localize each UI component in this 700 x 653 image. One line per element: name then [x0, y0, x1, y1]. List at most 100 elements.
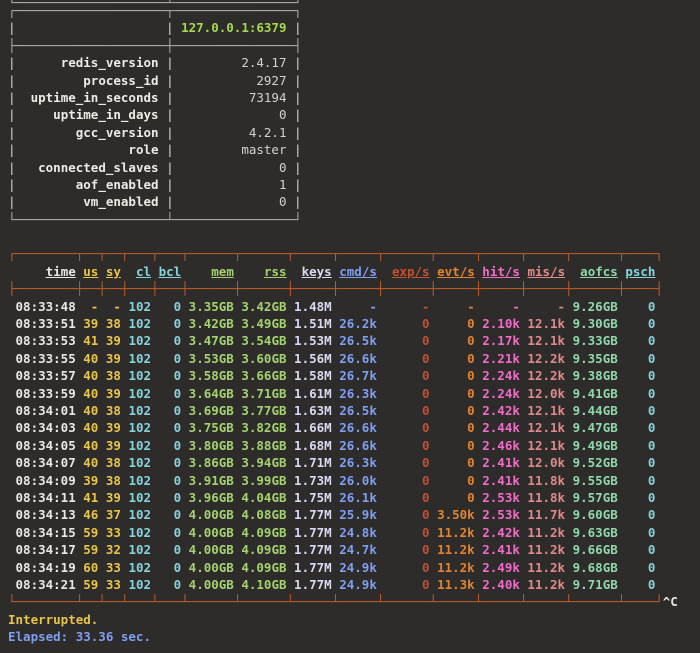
cell-text: 39 [106, 351, 121, 366]
stats-row-3: 08:33:55 40 39 102 0 3.53GB 3.60GB 1.56M… [8, 350, 700, 367]
cell-text: 0 [384, 368, 429, 383]
cell-text: 4.2.1 [181, 125, 286, 140]
cell-text: evt/s [437, 264, 475, 279]
cell-text: | [294, 20, 302, 35]
cell-text: 39 [106, 490, 121, 505]
cell-text: 24.7k [339, 542, 377, 557]
cell-text: 3.35GB [189, 299, 234, 314]
cell-text: 08:34:17 [8, 542, 76, 557]
info-row-vm_enabled: | vm_enabled | 0 | [8, 193, 700, 210]
cell-text: 0 [437, 473, 475, 488]
terminal-screen[interactable]: ┌────────────────────┬────────────────┐|… [0, 0, 700, 645]
cell-text: 2.49k [482, 560, 520, 575]
cell-text: 3.69GB [189, 403, 234, 418]
cell-text: 08:33:57 [8, 368, 76, 383]
elapsed-text: Elapsed: 33.36 sec. [8, 629, 151, 644]
cell-text: 0 [384, 525, 429, 540]
cell-text: 1.71M [294, 455, 332, 470]
cell-text: 9.71GB [573, 577, 618, 592]
cell-text: 08:34:21 [8, 577, 76, 592]
info-row-redis_version: | redis_version | 2.4.17 | [8, 54, 700, 71]
cell-text: 0 [159, 507, 182, 522]
cell-text: 26.5k [339, 403, 377, 418]
cell-text: 3.75GB [189, 420, 234, 435]
stats-row-2: 08:33:53 41 39 102 0 3.47GB 3.54GB 1.53M… [8, 332, 700, 349]
cell-text: 1.61M [294, 386, 332, 401]
cell-text: psch [625, 264, 655, 279]
cell-text: 9.68GB [573, 560, 618, 575]
cell-text: 0 [159, 473, 182, 488]
cell-text: sy [106, 264, 121, 279]
cell-text: 102 [128, 455, 151, 470]
cell-text: | [166, 194, 174, 209]
stats-row-13: 08:34:15 59 33 102 0 4.00GB 4.09GB 1.77M… [8, 524, 700, 541]
cell-text: 2.41k [482, 542, 520, 557]
cell-text: 11.2k [527, 525, 565, 540]
cell-text: 3.88GB [241, 438, 286, 453]
cell-text: 08:34:01 [8, 403, 76, 418]
cell-text: 3.77GB [241, 403, 286, 418]
stats-row-7: 08:34:03 40 39 102 0 3.75GB 3.82GB 1.66M… [8, 419, 700, 436]
cell-text: 11.8k [527, 490, 565, 505]
cell-text: 4.08GB [241, 507, 286, 522]
cell-text: cl [136, 264, 151, 279]
scrollback-cut-line: └────────────────────┴────────────────┘ [8, 0, 302, 11]
cell-text: 2.44k [482, 420, 520, 435]
cell-text: 2.24k [482, 386, 520, 401]
cell-text: 102 [128, 525, 151, 540]
cell-text: 9.35GB [573, 351, 618, 366]
cell-text: 102 [128, 420, 151, 435]
cell-text: 12.2k [527, 351, 565, 366]
cell-text: | [166, 90, 174, 105]
cell-text: 59 [83, 542, 98, 557]
cell-text: 11.2k [437, 525, 475, 540]
cell-text: 102 [128, 403, 151, 418]
cell-text: 4.09GB [241, 525, 286, 540]
cell-text: 0 [625, 473, 655, 488]
cell-text: gcc_version [23, 125, 158, 140]
cell-text: 59 [83, 525, 98, 540]
cell-text: 0 [625, 525, 655, 540]
cell-text: 2.10k [482, 316, 520, 331]
cell-text: 1.56M [294, 351, 332, 366]
cell-text: | [166, 73, 174, 88]
cell-text: 11.2k [437, 560, 475, 575]
cell-text: 0 [625, 542, 655, 557]
cell-text: 0 [625, 507, 655, 522]
info-host-header: | | 127.0.0.1:6379 | [8, 19, 700, 36]
cell-text: aofcs [580, 264, 618, 279]
info-row-process_id: | process_id | 2927 | [8, 72, 700, 89]
cell-text: 9.60GB [573, 507, 618, 522]
cell-text: | [8, 194, 16, 209]
cell-text: rss [264, 264, 287, 279]
cell-text: 0 [384, 420, 429, 435]
cell-text: 40 [83, 351, 98, 366]
cell-text: 2.42k [482, 403, 520, 418]
cell-text: | [8, 160, 16, 175]
cell-text: 2.40k [482, 577, 520, 592]
cell-text: 08:34:09 [8, 473, 76, 488]
cell-text: 4.10GB [241, 577, 286, 592]
info-row-aof_enabled: | aof_enabled | 1 | [8, 176, 700, 193]
cell-text: 102 [128, 577, 151, 592]
cell-text: 0 [384, 316, 429, 331]
cell-text: 0 [625, 577, 655, 592]
cell-text: 102 [128, 473, 151, 488]
cell-text: redis_version [23, 55, 158, 70]
cell-text: 0 [625, 420, 655, 435]
stats-row-15: 08:34:19 60 33 102 0 4.00GB 4.09GB 1.77M… [8, 559, 700, 576]
cell-text: 3.91GB [189, 473, 234, 488]
cell-text: mem [211, 264, 234, 279]
cell-text: 0 [159, 455, 182, 470]
cell-text: 9.26GB [573, 299, 618, 314]
cell-text: 39 [106, 333, 121, 348]
cell-text: - [384, 299, 429, 314]
cell-text: ├────────┼──┼──┼───┼───┼──────┼──────┼──… [8, 281, 663, 296]
cell-text: | [294, 142, 302, 157]
interrupted-text: Interrupted. [8, 612, 98, 627]
stats-row-16: 08:34:21 59 33 102 0 4.00GB 4.10GB 1.77M… [8, 576, 700, 593]
cell-text: 1.53M [294, 333, 332, 348]
cell-text: 9.55GB [573, 473, 618, 488]
cell-text: 12.1k [527, 420, 565, 435]
cell-text: 1.51M [294, 316, 332, 331]
